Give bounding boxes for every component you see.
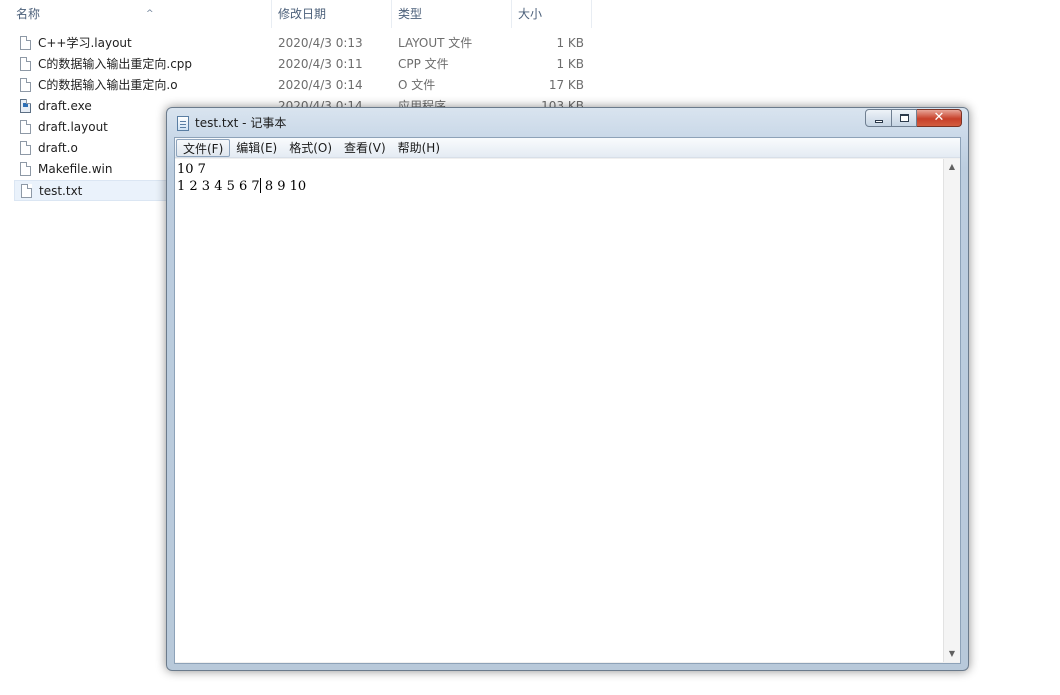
file-size: 17 KB: [548, 78, 584, 92]
file-date: 2020/4/3 0:11: [278, 57, 363, 71]
column-header-type[interactable]: 类型: [392, 0, 512, 28]
file-size: 1 KB: [556, 57, 584, 71]
notepad-window[interactable]: test.txt - 记事本 ✕ 文件(F) 编辑(E) 格式(O) 查看(V)…: [166, 107, 969, 671]
file-icon: [20, 162, 31, 176]
file-name: C的数据输入输出重定向.o: [38, 78, 178, 92]
file-type: CPP 文件: [398, 57, 449, 71]
exe-icon: [20, 99, 31, 113]
window-title: test.txt - 记事本: [195, 116, 287, 130]
maximize-icon: [900, 114, 909, 122]
file-row-selected[interactable]: test.txt: [14, 180, 174, 201]
menu-format[interactable]: 格式(O): [283, 139, 338, 157]
file-type: O 文件: [398, 78, 436, 92]
menu-file[interactable]: 文件(F): [176, 138, 231, 157]
column-header-name[interactable]: 名称 ^: [10, 0, 272, 28]
text-line-1: 10 7: [177, 162, 206, 177]
close-icon: ✕: [933, 110, 945, 125]
scroll-up-icon[interactable]: ▲: [944, 159, 960, 175]
file-name: C++学习.layout: [38, 36, 132, 50]
menu-view[interactable]: 查看(V): [338, 139, 392, 157]
column-header-name-label: 名称: [16, 7, 41, 21]
text-editor[interactable]: 10 7 1 2 3 4 5 6 7 8 9 10: [175, 159, 944, 662]
file-row[interactable]: C++学习.layout 2020/4/3 0:13 LAYOUT 文件 1 K…: [14, 33, 594, 54]
file-name: draft.exe: [38, 99, 92, 113]
file-icon: [20, 141, 31, 155]
file-icon: [20, 120, 31, 134]
file-icon: [20, 78, 31, 92]
file-icon: [20, 57, 31, 71]
file-name: draft.layout: [38, 120, 108, 134]
scroll-down-icon[interactable]: ▼: [944, 646, 960, 662]
file-name: test.txt: [39, 184, 83, 198]
menu-bar: 文件(F) 编辑(E) 格式(O) 查看(V) 帮助(H): [175, 138, 960, 158]
column-header-date-label: 修改日期: [278, 7, 327, 21]
file-name: C的数据输入输出重定向.cpp: [38, 57, 193, 71]
file-size: 1 KB: [556, 36, 584, 50]
text-file-icon: [21, 184, 32, 198]
column-header-type-label: 类型: [398, 7, 423, 21]
column-header-date[interactable]: 修改日期: [272, 0, 392, 28]
file-name: draft.o: [38, 141, 78, 155]
column-header-size-label: 大小: [518, 7, 543, 21]
text-line-2-before-caret: 1 2 3 4 5 6 7: [177, 179, 260, 194]
notepad-client-area: 文件(F) 编辑(E) 格式(O) 查看(V) 帮助(H) 10 7 1 2 3…: [174, 137, 961, 664]
file-row[interactable]: C的数据输入输出重定向.o 2020/4/3 0:14 O 文件 17 KB: [14, 75, 594, 96]
notepad-icon: [177, 116, 189, 131]
sort-ascending-icon: ^: [146, 9, 154, 19]
vertical-scrollbar[interactable]: ▲ ▼: [943, 159, 960, 662]
column-header-size[interactable]: 大小: [512, 0, 592, 28]
menu-edit[interactable]: 编辑(E): [230, 139, 283, 157]
minimize-button[interactable]: [865, 109, 892, 127]
menu-help[interactable]: 帮助(H): [392, 139, 446, 157]
maximize-button[interactable]: [892, 109, 917, 127]
file-date: 2020/4/3 0:13: [278, 36, 363, 50]
file-date: 2020/4/3 0:14: [278, 78, 363, 92]
file-row[interactable]: C的数据输入输出重定向.cpp 2020/4/3 0:11 CPP 文件 1 K…: [14, 54, 594, 75]
file-name: Makefile.win: [38, 162, 113, 176]
close-button[interactable]: ✕: [917, 109, 962, 127]
minimize-icon: [875, 120, 883, 123]
file-type: LAYOUT 文件: [398, 36, 473, 50]
window-controls: ✕: [865, 109, 962, 129]
file-icon: [20, 36, 31, 50]
text-line-2-after-caret: 8 9 10: [260, 179, 307, 194]
